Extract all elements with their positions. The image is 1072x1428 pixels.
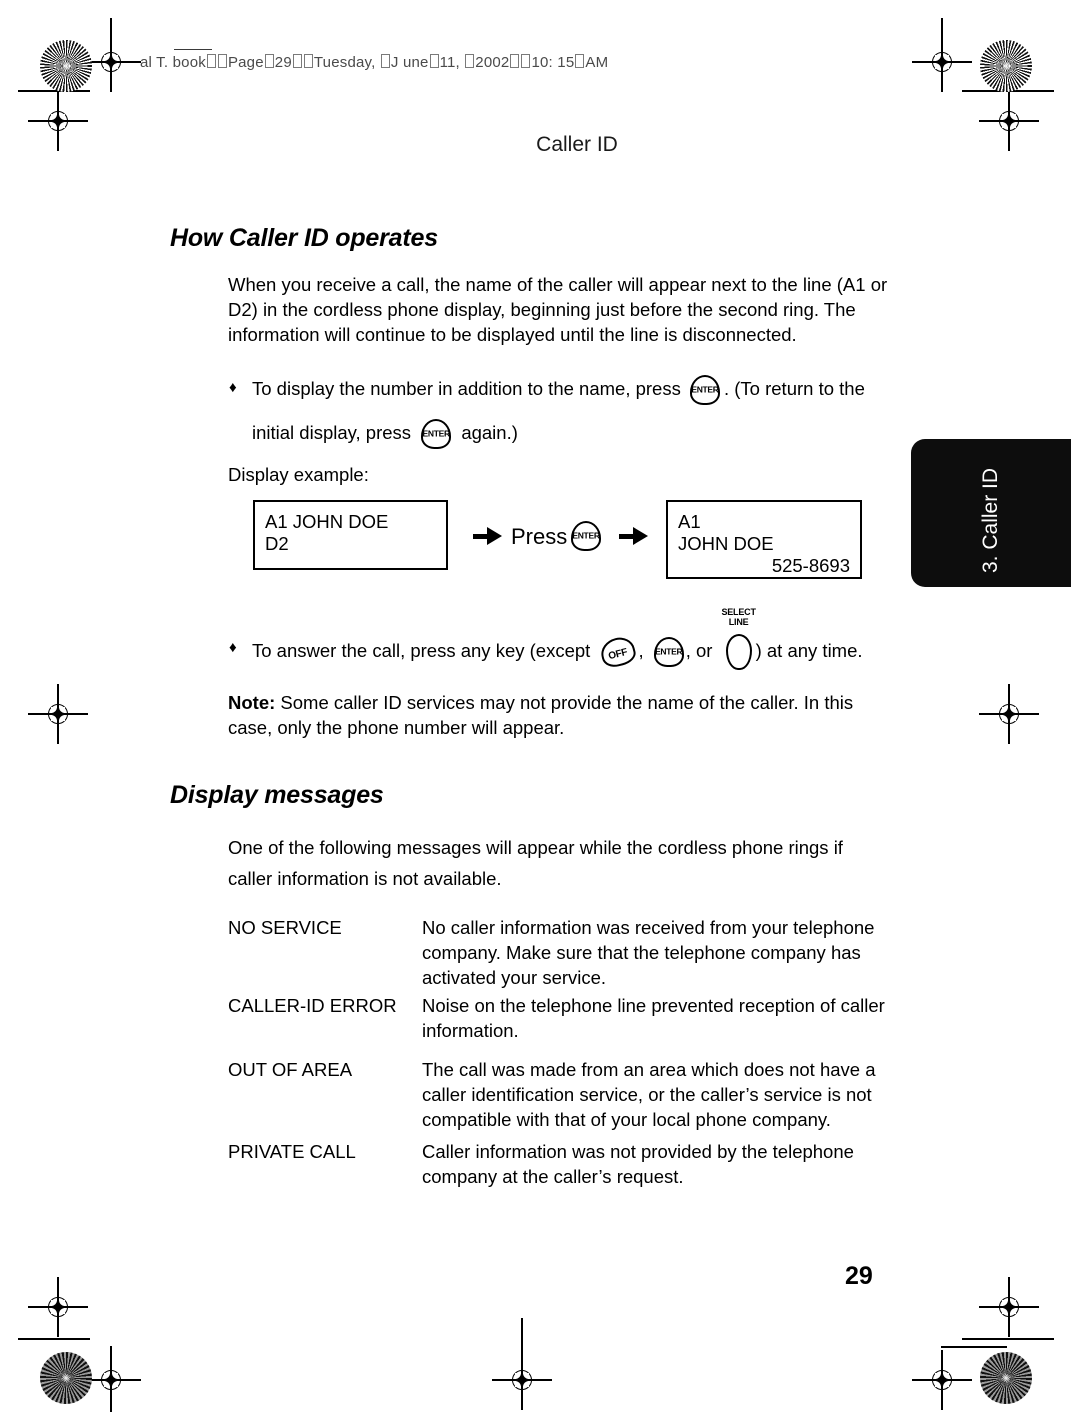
bullet-marker-1: ♦: [229, 379, 237, 396]
page-number: 29: [845, 1262, 873, 1290]
section-intro-paragraph-1: When you receive a call, the name of the…: [228, 274, 888, 345]
lcd-before-line-1: A1 JOHN DOE: [265, 511, 389, 532]
registration-mark-left-lower: [28, 1277, 88, 1337]
select-line-label-2: LINE: [728, 616, 749, 627]
chapter-side-tab-label: 3. Caller ID: [979, 467, 1002, 573]
enter-key-label-4: ENTER: [655, 646, 683, 657]
registration-mark-bottom-left: [81, 1350, 141, 1410]
crop-line-right-bottom-h: [962, 1338, 1054, 1340]
bullet-text-1-line-2: initial display, press ENTER again.): [252, 419, 892, 449]
enter-key-label: ENTER: [691, 384, 719, 395]
registration-mark-left-middle: [28, 684, 88, 744]
select-line-key-icon[interactable]: SELECT LINE: [721, 607, 756, 670]
bullet-1-text-b: . (To return to the: [723, 377, 865, 399]
message-term-2: OUT OF AREA: [228, 1059, 353, 1080]
off-key-icon[interactable]: ☎ OFF: [598, 634, 639, 670]
lcd-before-line-2: D2: [265, 533, 289, 554]
rosette-target-bottom-left: [40, 1352, 92, 1404]
message-description-0: No caller information was received from …: [422, 917, 875, 988]
crop-line-bottom-center-v: [521, 1318, 523, 1352]
lcd-after-line-3: 525-8693: [771, 555, 850, 576]
running-head-label: Caller ID: [536, 133, 618, 156]
rosette-target-top-left: [40, 40, 92, 92]
registration-mark-top-left: [81, 32, 141, 92]
chapter-side-tab: 3. Caller ID: [911, 439, 1071, 587]
file-header-line: al T. book Page 29 Tuesday, J une 11, 2002 10…: [140, 49, 609, 71]
message-term-3: PRIVATE CALL: [228, 1141, 356, 1162]
registration-mark-top-right: [912, 32, 972, 92]
page-canvas: al T. book Page 29 Tuesday, J une 11, 2002 10…: [0, 0, 1072, 1428]
registration-mark-right-lower: [979, 1277, 1039, 1337]
section-heading-how-caller-id-operates: How Caller ID operates: [170, 224, 438, 252]
crop-line-left-top-h: [18, 90, 90, 92]
bullet-1-text-a: To display the number in addition to the…: [252, 377, 681, 399]
bullet-1-text-d: again.): [461, 421, 518, 443]
enter-key-icon-3[interactable]: ENTER: [571, 521, 601, 551]
bullet-text-1-line-1: To display the number in addition to the…: [252, 375, 892, 405]
lcd-after-line-1: A1: [678, 511, 701, 532]
enter-key-icon-1[interactable]: ENTER: [689, 375, 720, 405]
message-description-1: Noise on the telephone line prevented re…: [422, 995, 885, 1041]
section-intro-paragraph-2: One of the following messages will appea…: [228, 837, 843, 889]
crop-line-bottom-right-v: [941, 1346, 1007, 1348]
file-header-text: al T. book Page 29 Tuesday, J une 11, 2002 10…: [140, 54, 609, 71]
bullet-2-comma-2: , or: [685, 639, 713, 661]
registration-mark-bottom-right: [912, 1350, 972, 1410]
bullet-text-2: To answer the call, press any key (excep…: [252, 607, 912, 670]
bullet-2-text-b: ) at any time.: [755, 639, 863, 661]
running-head: Caller ID: [0, 133, 1072, 157]
registration-mark-right-middle: [979, 684, 1039, 744]
lcd-display-before: A1 JOHN DOE D2: [253, 500, 448, 570]
note-text: Some caller ID services may not provide …: [228, 692, 854, 738]
rosette-target-bottom-right: [980, 1352, 1032, 1404]
bullet-2-text-a: To answer the call, press any key (excep…: [252, 639, 591, 661]
bullet-marker-2: ♦: [229, 639, 237, 656]
select-line-label-1: SELECT: [721, 607, 756, 617]
crop-line-left-bottom-h: [18, 1338, 90, 1340]
arrow-icon-2: [619, 527, 649, 545]
enter-key-icon-2[interactable]: ENTER: [421, 419, 452, 449]
bullet-1-text-c: initial display, press: [252, 421, 412, 443]
bullet-2-comma-1: ,: [638, 639, 644, 661]
enter-key-icon-4[interactable]: ENTER: [653, 637, 684, 667]
rosette-target-top-right: [980, 40, 1032, 92]
registration-mark-bottom-center: [492, 1350, 552, 1410]
note-block: Note: Some caller ID services may not pr…: [228, 690, 890, 740]
message-term-1: CALLER-ID ERROR: [228, 995, 397, 1016]
note-label: Note:: [228, 692, 276, 713]
message-term-0: NO SERVICE: [228, 917, 342, 938]
lcd-display-after: A1 JOHN DOE 525-8693: [666, 500, 862, 579]
press-label: Press: [511, 524, 568, 549]
message-description-2: The call was made from an area which doe…: [422, 1059, 876, 1130]
arrow-icon-1: [473, 527, 503, 545]
enter-key-label-2: ENTER: [422, 428, 451, 439]
lcd-after-line-2: JOHN DOE: [678, 533, 774, 554]
message-description-3: Caller information was not provided by t…: [422, 1141, 854, 1187]
section-heading-display-messages: Display messages: [170, 781, 384, 809]
enter-key-label-3: ENTER: [572, 530, 600, 541]
display-example-caption: Display example:: [228, 464, 369, 485]
